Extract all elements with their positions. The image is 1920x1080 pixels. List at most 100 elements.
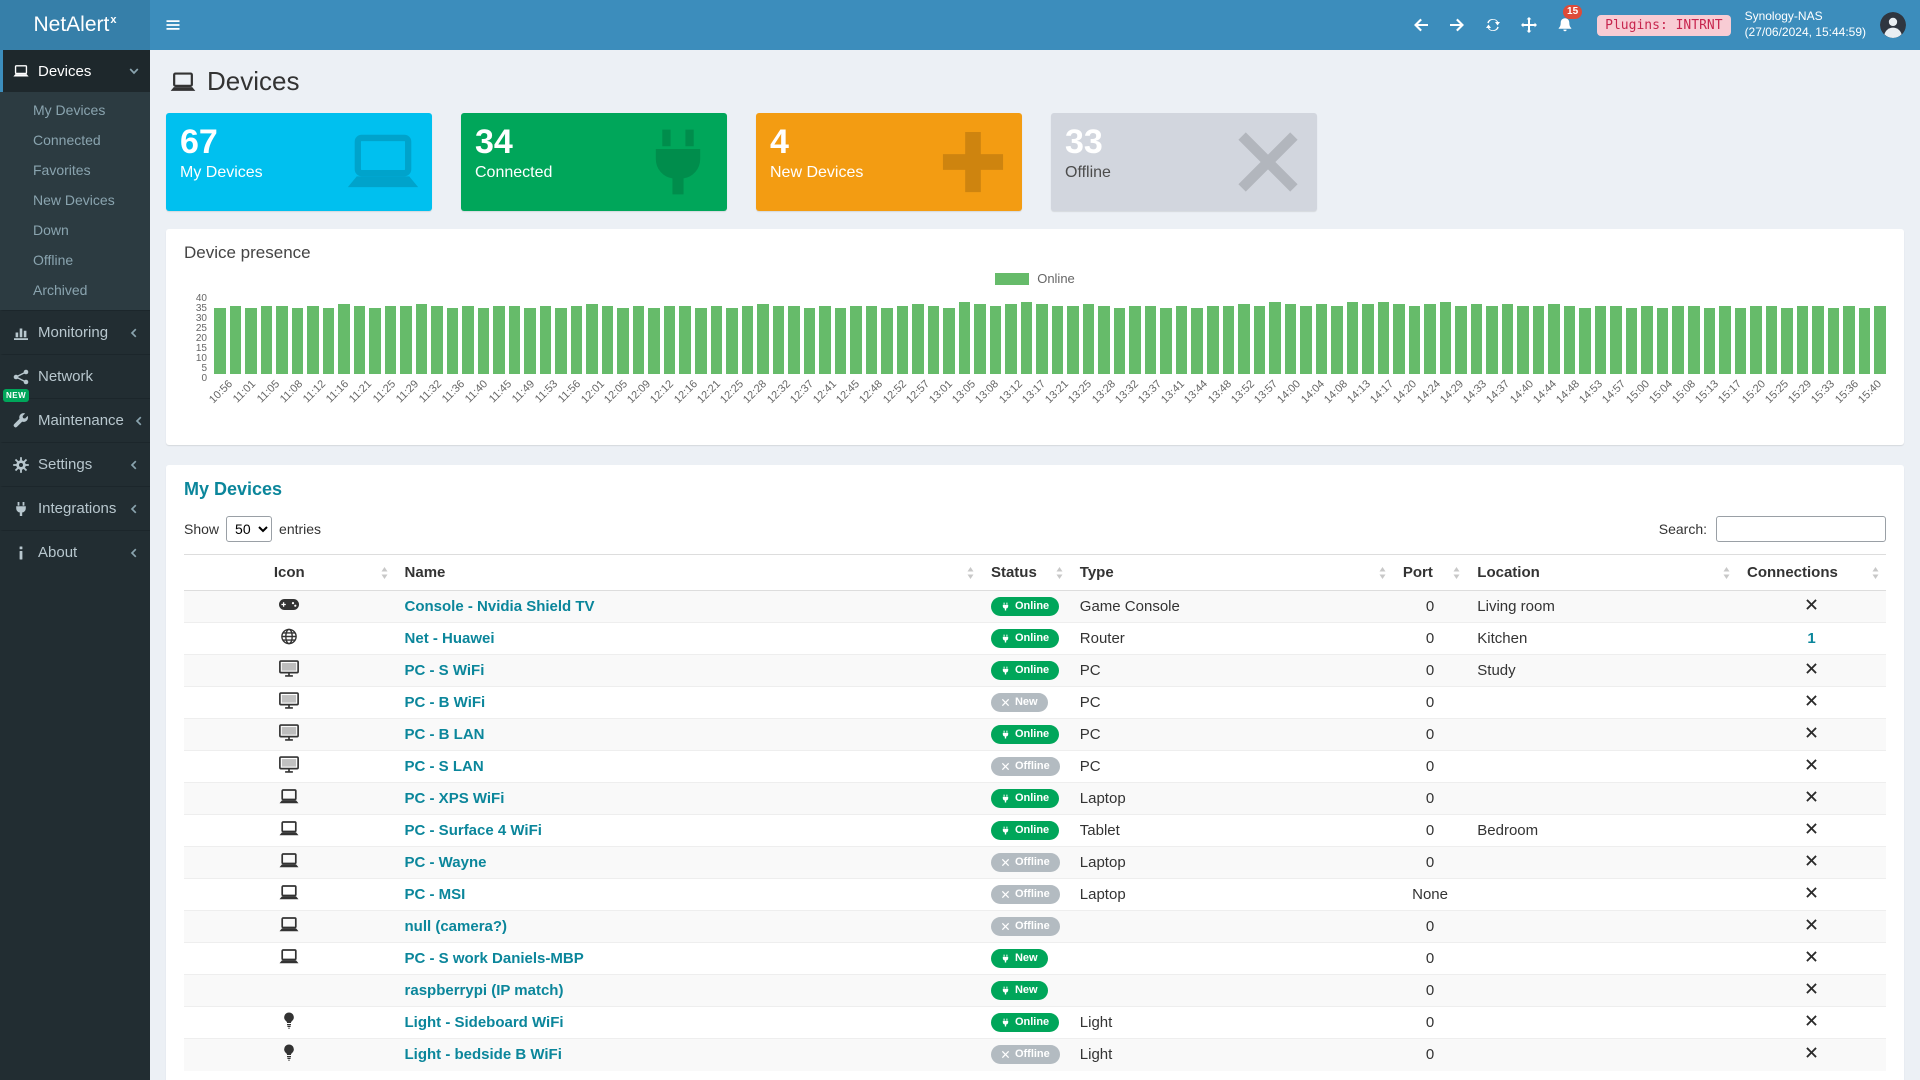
status-badge: Online	[991, 597, 1059, 616]
bell-icon	[1557, 17, 1573, 33]
delete-connection-icon[interactable]	[1805, 982, 1818, 995]
delete-connection-icon[interactable]	[1805, 790, 1818, 803]
sidebar-subitem-connected[interactable]: Connected	[0, 125, 150, 155]
device-name-link[interactable]: raspberrypi (IP match)	[405, 982, 564, 999]
sidebar-item-settings[interactable]: Settings	[0, 442, 150, 486]
page-title: Devices	[207, 66, 299, 97]
device-name-link[interactable]: PC - Surface 4 WiFi	[405, 822, 542, 839]
user-avatar[interactable]	[1880, 12, 1906, 38]
sidebar-item-maintenance[interactable]: Maintenance	[0, 398, 150, 442]
delete-connection-icon[interactable]	[1805, 1046, 1818, 1059]
status-badge: New	[991, 693, 1048, 712]
delete-connection-icon[interactable]	[1805, 918, 1818, 931]
chart-bar	[586, 304, 598, 374]
search-input[interactable]	[1716, 516, 1886, 542]
stat-box-my-devices[interactable]: 67My Devices	[166, 113, 432, 211]
device-name-link[interactable]: Net - Huawei	[405, 630, 495, 647]
column-header-name[interactable]: Name	[395, 555, 981, 591]
times-icon	[1001, 858, 1010, 867]
device-type: PC	[1070, 687, 1393, 719]
device-name-link[interactable]: Console - Nvidia Shield TV	[405, 598, 595, 615]
column-header-location[interactable]: Location	[1467, 555, 1737, 591]
page-length-select[interactable]: 50	[226, 516, 272, 542]
delete-connection-icon[interactable]	[1805, 886, 1818, 899]
chart-bar	[1735, 308, 1747, 374]
sidebar-subitem-offline[interactable]: Offline	[0, 245, 150, 275]
refresh-button[interactable]	[1475, 0, 1511, 50]
delete-connection-icon[interactable]	[1805, 822, 1818, 835]
plugins-status-badge[interactable]: Plugins: INTRNT	[1597, 15, 1730, 36]
chart-bar	[1083, 304, 1095, 374]
device-port: 0	[1393, 1007, 1467, 1039]
sidebar-subitem-down[interactable]: Down	[0, 215, 150, 245]
laptop-icon	[170, 70, 196, 94]
device-location	[1467, 879, 1737, 911]
chart-bar	[1641, 306, 1653, 374]
sidebar-toggle-button[interactable]	[150, 0, 196, 50]
column-header-connections[interactable]: Connections	[1737, 555, 1886, 591]
sidebar-subitem-archived[interactable]: Archived	[0, 275, 150, 305]
delete-connection-icon[interactable]	[1805, 726, 1818, 739]
table-row: PC - S LANOfflinePC0	[184, 751, 1886, 783]
chart-bar	[1688, 306, 1700, 374]
chart-bar	[835, 308, 847, 374]
device-name-link[interactable]: PC - XPS WiFi	[405, 790, 505, 807]
chart-bar	[1005, 304, 1017, 374]
column-header-port[interactable]: Port	[1393, 555, 1467, 591]
device-name-link[interactable]: PC - Wayne	[405, 854, 487, 871]
stat-box-new-devices[interactable]: 4New Devices	[756, 113, 1022, 211]
search-control: Search:	[1659, 516, 1886, 542]
app-logo[interactable]: NetAlertx	[0, 0, 150, 50]
chevron-left-icon	[128, 547, 140, 559]
chart-bar	[540, 306, 552, 374]
chart-bar	[711, 306, 723, 374]
laptop-icon	[13, 63, 29, 79]
nav-forward-button[interactable]	[1439, 0, 1475, 50]
device-name-link[interactable]: Light - Sideboard WiFi	[405, 1014, 564, 1031]
sidebar-subitem-my-devices[interactable]: My Devices	[0, 95, 150, 125]
device-name-link[interactable]: PC - S work Daniels-MBP	[405, 950, 584, 967]
main-content: Devices 67My Devices 34Connected 4New Devi…	[150, 0, 1920, 1080]
sidebar-subitem-favorites[interactable]: Favorites	[0, 155, 150, 185]
chart-bar	[912, 304, 924, 374]
laptop-icon	[279, 916, 299, 933]
device-name-link[interactable]: PC - S LAN	[405, 758, 484, 775]
sidebar-subitem-new-devices[interactable]: New Devices	[0, 185, 150, 215]
device-name-link[interactable]: Light - bedside B WiFi	[405, 1046, 562, 1063]
sidebar-item-integrations[interactable]: Integrations	[0, 486, 150, 530]
host-info: Synology-NAS (27/06/2024, 15:44:59)	[1745, 9, 1866, 40]
device-name-link[interactable]: PC - B LAN	[405, 726, 485, 743]
sidebar-item-monitoring[interactable]: Monitoring	[0, 310, 150, 354]
table-row: PC - Surface 4 WiFiOnlineTablet0Bedroom	[184, 815, 1886, 847]
device-name-link[interactable]: PC - S WiFi	[405, 662, 485, 679]
stat-box-connected[interactable]: 34Connected	[461, 113, 727, 211]
delete-connection-icon[interactable]	[1805, 950, 1818, 963]
stat-box-offline[interactable]: 33Offline	[1051, 113, 1317, 211]
column-header-status[interactable]: Status	[981, 555, 1070, 591]
connections-count-link[interactable]: 1	[1807, 630, 1815, 647]
chart-bar	[1424, 304, 1436, 374]
nav-back-button[interactable]	[1403, 0, 1439, 50]
device-name-link[interactable]: PC - B WiFi	[405, 694, 486, 711]
sidebar-item-about[interactable]: About	[0, 530, 150, 574]
desktop-icon	[279, 692, 299, 709]
chart-bar	[1145, 306, 1157, 374]
move-button[interactable]	[1511, 0, 1547, 50]
device-type: Router	[1070, 623, 1393, 655]
notifications-button[interactable]: 15	[1547, 0, 1583, 50]
device-port: 0	[1393, 783, 1467, 815]
sidebar-item-devices[interactable]: Devices	[0, 50, 150, 92]
delete-connection-icon[interactable]	[1805, 854, 1818, 867]
delete-connection-icon[interactable]	[1805, 694, 1818, 707]
device-name-link[interactable]: null (camera?)	[405, 918, 508, 935]
delete-connection-icon[interactable]	[1805, 758, 1818, 771]
column-header-type[interactable]: Type	[1070, 555, 1393, 591]
delete-connection-icon[interactable]	[1805, 1014, 1818, 1027]
table-header-row: IconNameStatusTypePortLocationConnection…	[184, 555, 1886, 591]
chart-bar	[571, 306, 583, 374]
delete-connection-icon[interactable]	[1805, 662, 1818, 675]
delete-connection-icon[interactable]	[1805, 598, 1818, 611]
sort-icon	[380, 566, 389, 579]
column-header-icon[interactable]: Icon	[184, 555, 395, 591]
device-name-link[interactable]: PC - MSI	[405, 886, 466, 903]
